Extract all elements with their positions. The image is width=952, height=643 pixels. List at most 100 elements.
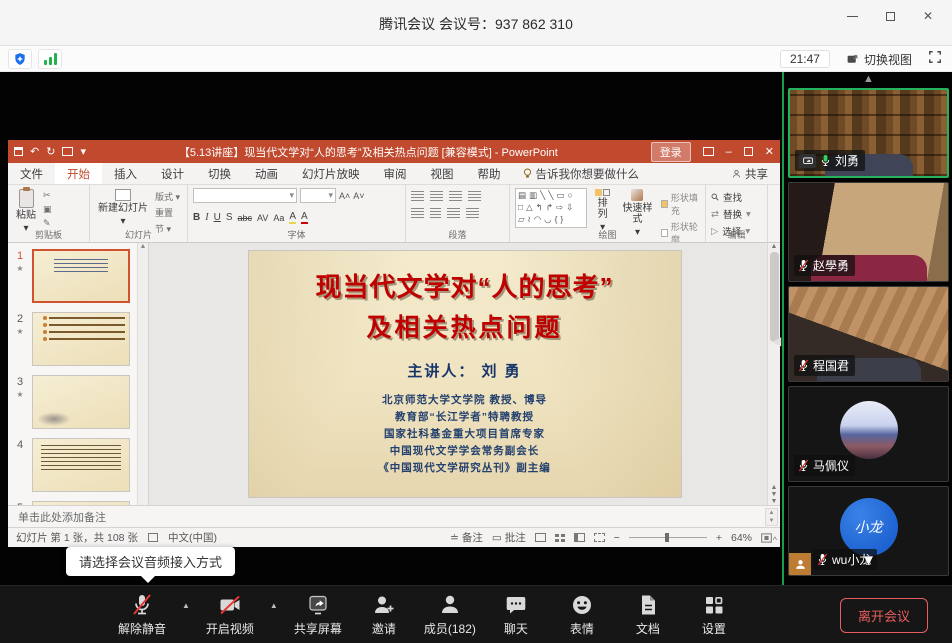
tab-view[interactable]: 视图 xyxy=(419,163,466,184)
align-center-icon[interactable] xyxy=(430,208,441,218)
tab-animations[interactable]: 动画 xyxy=(243,163,290,184)
zoom-in-icon[interactable]: + xyxy=(716,532,722,544)
leave-meeting-button[interactable]: 离开会议 xyxy=(840,598,928,633)
video-tile-xiaolong[interactable]: 小龙 wu小龙 ▼ xyxy=(788,486,949,576)
justify-icon[interactable] xyxy=(466,208,479,218)
font-size-combobox[interactable]: ▾ xyxy=(300,188,336,203)
reset-button[interactable]: 重置 xyxy=(155,206,180,219)
fit-slide-icon[interactable] xyxy=(761,533,772,543)
slide-sorter-view-icon[interactable] xyxy=(555,534,565,542)
grow-font-icon[interactable]: A˄ xyxy=(339,191,350,201)
notes-toggle[interactable]: ≐ 备注 xyxy=(450,530,483,545)
next-slide-icon[interactable]: ▼ xyxy=(771,491,778,498)
shapes-gallery[interactable]: ▤▥╲╲▭○ □△↰↱⇨⇩ ▱≀◠◡{} xyxy=(515,188,587,228)
ppt-share-button[interactable]: 共享 xyxy=(720,163,780,184)
save-icon[interactable] xyxy=(14,147,23,156)
video-tile-zhao[interactable]: 赵學勇 xyxy=(788,182,949,282)
replace-button[interactable]: ⇄替换 ▾ xyxy=(711,207,751,221)
thumbnail-scrollbar[interactable]: ▲ xyxy=(137,243,148,505)
previous-slide-icon[interactable]: ▲ xyxy=(771,484,778,491)
char-spacing-button[interactable]: AV xyxy=(257,213,268,223)
new-slide-button[interactable]: 新建幻灯片 ▾ xyxy=(95,188,151,228)
increase-indent-icon[interactable] xyxy=(468,191,481,201)
slide-thumbnail-2[interactable]: 2★ xyxy=(8,312,148,366)
switch-view-button[interactable]: 切换视图 xyxy=(846,51,912,68)
cut-icon[interactable]: ✂ xyxy=(43,190,52,201)
minimize-icon[interactable] xyxy=(838,4,866,28)
network-signal-icon[interactable] xyxy=(38,49,62,69)
align-right-icon[interactable] xyxy=(447,208,460,218)
slide-editing-area[interactable]: 现当代文学对“人的思考” 及相关热点问题 主讲人： 刘 勇 北京师范大学文学院 … xyxy=(149,243,780,505)
underline-button[interactable]: U xyxy=(214,212,221,223)
decrease-indent-icon[interactable] xyxy=(449,191,462,201)
close-icon[interactable]: ✕ xyxy=(914,4,942,28)
tab-file[interactable]: 文件 xyxy=(8,163,55,184)
notes-pane[interactable]: 单击此处添加备注 ▲▼ xyxy=(8,505,780,527)
ribbon-display-icon[interactable] xyxy=(703,147,714,156)
font-color-button[interactable]: A xyxy=(301,211,308,224)
current-slide[interactable]: 现当代文学对“人的思考” 及相关热点问题 主讲人： 刘 勇 北京师范大学文学院 … xyxy=(249,251,681,497)
slideshow-view-icon[interactable] xyxy=(594,533,605,542)
layout-button[interactable]: 版式 ▾ xyxy=(155,190,180,203)
reading-view-icon[interactable] xyxy=(574,533,585,542)
tab-slideshow[interactable]: 幻灯片放映 xyxy=(290,163,372,184)
highlight-button[interactable]: A xyxy=(289,211,296,224)
strikethrough-button[interactable]: abc xyxy=(237,213,252,223)
tab-help[interactable]: 帮助 xyxy=(466,163,513,184)
members-button[interactable]: 成员(182) xyxy=(424,593,476,637)
tell-me-box[interactable]: 告诉我你想要做什么 xyxy=(513,163,650,184)
slide-thumbnail-4[interactable]: 4 xyxy=(8,438,148,492)
bullets-icon[interactable] xyxy=(411,191,424,201)
shrink-font-icon[interactable]: A˅ xyxy=(353,191,364,201)
tab-home[interactable]: 开始 xyxy=(55,163,102,184)
chat-button[interactable]: 聊天 xyxy=(490,593,542,637)
font-name-combobox[interactable]: ▾ xyxy=(193,188,297,203)
zoom-level[interactable]: 64% xyxy=(731,532,752,544)
video-tile-liuyong[interactable]: 刘勇 xyxy=(788,88,949,178)
slide-thumbnail-3[interactable]: 3★ xyxy=(8,375,148,429)
find-button[interactable]: 查找 xyxy=(711,190,751,204)
repeat-icon[interactable]: ↻ xyxy=(46,145,55,158)
shape-fill-button[interactable]: 形状填充 xyxy=(661,191,700,217)
normal-view-icon[interactable] xyxy=(535,533,546,542)
tab-review[interactable]: 审阅 xyxy=(372,163,419,184)
scroll-up-icon[interactable]: ▲ xyxy=(785,72,952,88)
collapse-sidebar-icon[interactable]: ◀ xyxy=(772,334,781,348)
tab-transitions[interactable]: 切换 xyxy=(196,163,243,184)
settings-button[interactable]: 设置 xyxy=(688,593,740,637)
numbering-icon[interactable] xyxy=(430,191,443,201)
change-case-button[interactable]: Aa xyxy=(273,213,284,223)
scroll-down-icon[interactable]: ▼ xyxy=(861,552,876,569)
invite-button[interactable]: 邀请 xyxy=(358,593,410,637)
comments-toggle[interactable]: ▭ 批注 xyxy=(492,530,526,545)
slideshow-icon[interactable] xyxy=(62,147,73,156)
docs-button[interactable]: 文档 xyxy=(622,593,674,637)
unmute-button[interactable]: 解除静音 xyxy=(116,593,168,637)
maximize-icon[interactable] xyxy=(876,4,904,28)
security-shield-icon[interactable] xyxy=(8,49,32,69)
video-options-icon[interactable]: ▲ xyxy=(270,601,278,610)
zoom-slider[interactable] xyxy=(629,537,707,538)
copy-icon[interactable]: ▣ xyxy=(43,204,52,215)
video-tile-ma[interactable]: 马佩仪 xyxy=(788,386,949,482)
video-tile-cheng[interactable]: 程国君 xyxy=(788,286,949,382)
ppt-close-icon[interactable]: ✕ xyxy=(765,145,774,158)
ppt-minimize-icon[interactable]: – xyxy=(726,146,732,158)
start-video-button[interactable]: 开启视频 xyxy=(204,593,256,637)
language-indicator[interactable]: 中文(中国) xyxy=(168,530,217,545)
italic-button[interactable]: I xyxy=(205,212,208,223)
shadow-button[interactable]: S xyxy=(226,212,233,223)
align-left-icon[interactable] xyxy=(411,208,424,218)
zoom-out-icon[interactable]: − xyxy=(614,532,620,544)
reactions-button[interactable]: 表情 xyxy=(556,593,608,637)
slide-scrollbar[interactable]: ▲ ▲ ▼ ▼ xyxy=(767,243,780,505)
ppt-login-button[interactable]: 登录 xyxy=(651,142,691,162)
fullscreen-icon[interactable] xyxy=(928,50,942,69)
tab-insert[interactable]: 插入 xyxy=(102,163,149,184)
spellcheck-icon[interactable] xyxy=(148,533,158,542)
share-screen-button[interactable]: 共享屏幕 xyxy=(292,593,344,637)
undo-icon[interactable]: ↶ xyxy=(30,145,39,158)
tab-design[interactable]: 设计 xyxy=(149,163,196,184)
audio-options-icon[interactable]: ▲ xyxy=(182,601,190,610)
ppt-restore-icon[interactable] xyxy=(744,147,753,156)
